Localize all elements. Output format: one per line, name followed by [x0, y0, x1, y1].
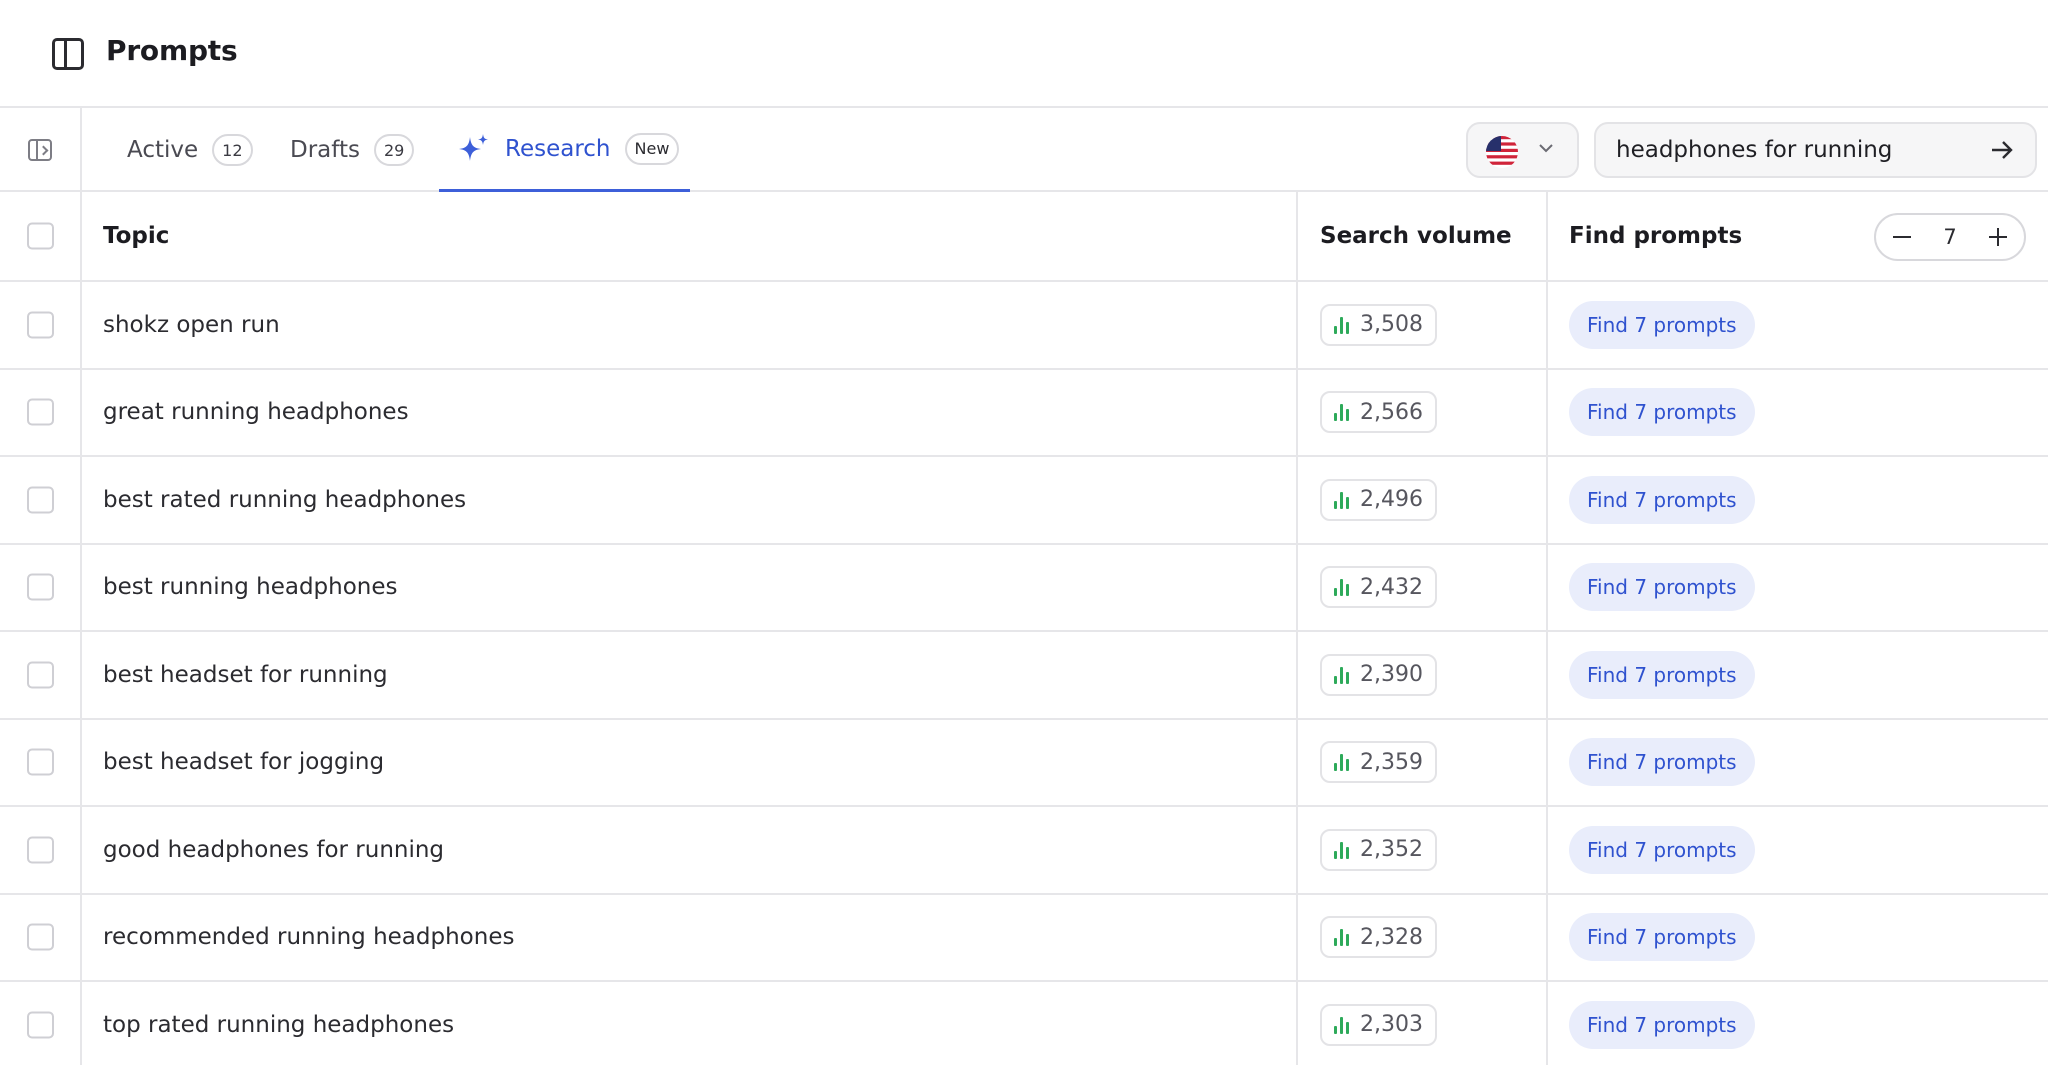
search-volume-value: 2,352	[1360, 837, 1423, 863]
topic-cell: best rated running headphones	[82, 457, 1298, 543]
search-volume-badge: 3,508	[1320, 303, 1437, 346]
tab-drafts[interactable]: Drafts 29	[290, 108, 415, 192]
table-row: good headphones for running 2,352 Find 7 p…	[0, 807, 2048, 895]
tab-label: Active	[127, 137, 199, 163]
row-checkbox[interactable]	[27, 573, 54, 601]
row-checkbox[interactable]	[27, 486, 54, 514]
table-header-row: Topic Search volume Find prompts 7	[0, 192, 2048, 282]
bar-chart-icon	[1334, 1016, 1350, 1034]
country-select[interactable]	[1466, 122, 1579, 178]
tab-count-badge: 29	[373, 134, 415, 166]
search-box	[1594, 122, 2037, 178]
find-prompts-button[interactable]: Find 7 prompts	[1569, 475, 1755, 524]
table-row: best rated running headphones 2,496 Find 7…	[0, 457, 2048, 545]
bar-chart-icon	[1334, 753, 1350, 772]
search-volume-value: 2,432	[1360, 574, 1423, 600]
find-prompts-button[interactable]: Find 7 prompts	[1569, 738, 1755, 787]
table-row: best running headphones 2,432 Find 7 promp…	[0, 544, 2048, 632]
column-header-find-prompts: Find prompts	[1569, 223, 1743, 249]
arrow-right-icon[interactable]	[1989, 138, 2015, 162]
bar-chart-icon	[1334, 491, 1350, 509]
search-volume-value: 2,566	[1360, 399, 1423, 425]
search-input[interactable]	[1616, 124, 1976, 176]
find-prompts-button[interactable]: Find 7 prompts	[1569, 388, 1755, 437]
tab-active[interactable]: Active 12	[127, 108, 253, 192]
search-volume-badge: 2,352	[1320, 828, 1437, 871]
table-row: recommended running headphones 2,328 Find …	[0, 894, 2048, 982]
search-volume-value: 2,496	[1360, 487, 1423, 513]
tab-label: Research	[505, 135, 611, 162]
topic-cell: great running headphones	[82, 369, 1298, 455]
panel-expand-icon	[28, 139, 52, 161]
topics-table: Topic Search volume Find prompts 7 shokz…	[0, 192, 2048, 1065]
topic-cell: good headphones for running	[82, 807, 1298, 893]
find-prompts-button[interactable]: Find 7 prompts	[1569, 300, 1755, 349]
stepper-value: 7	[1943, 225, 1957, 249]
column-header-search-volume: Search volume	[1298, 192, 1548, 280]
increment-button[interactable]	[1986, 225, 2010, 249]
topic-cell: recommended running headphones	[82, 894, 1298, 980]
search-volume-value: 3,508	[1360, 312, 1423, 338]
tab-research[interactable]: Research New	[439, 108, 690, 192]
row-checkbox[interactable]	[27, 398, 54, 426]
tabs-row: Active 12 Drafts 29 Research New	[0, 108, 2048, 192]
topic-cell: best running headphones	[82, 544, 1298, 630]
bar-chart-icon	[1334, 841, 1350, 859]
tab-label: Drafts	[290, 137, 360, 163]
search-volume-value: 2,328	[1360, 924, 1423, 950]
find-prompts-button[interactable]: Find 7 prompts	[1569, 563, 1755, 612]
search-volume-value: 2,359	[1360, 749, 1423, 775]
topic-cell: top rated running headphones	[82, 982, 1298, 1065]
row-checkbox[interactable]	[27, 1011, 54, 1039]
decrement-button[interactable]	[1890, 225, 1914, 249]
bar-chart-icon	[1334, 928, 1350, 947]
sparkle-icon	[459, 133, 488, 161]
search-volume-badge: 2,359	[1320, 741, 1437, 784]
table-row: best headset for jogging 2,359 Find 7 prom…	[0, 719, 2048, 807]
bar-chart-icon	[1334, 316, 1350, 334]
find-prompts-button[interactable]: Find 7 prompts	[1569, 1000, 1755, 1049]
row-checkbox[interactable]	[27, 836, 54, 864]
row-checkbox[interactable]	[27, 923, 54, 951]
search-volume-badge: 2,328	[1320, 916, 1437, 959]
page-title: Prompts	[106, 34, 238, 67]
bar-chart-icon	[1334, 666, 1350, 684]
sidebar-panel-icon[interactable]	[52, 38, 84, 70]
prompt-count-stepper: 7	[1874, 213, 2026, 261]
search-volume-value: 2,390	[1360, 662, 1423, 688]
tab-count-badge: 12	[212, 134, 253, 166]
search-volume-badge: 2,566	[1320, 391, 1437, 434]
table-row: top rated running headphones 2,303 Find 7 …	[0, 982, 2048, 1065]
bar-chart-icon	[1334, 578, 1350, 597]
bar-chart-icon	[1334, 403, 1350, 422]
topic-cell: best headset for jogging	[82, 719, 1298, 805]
select-all-checkbox[interactable]	[27, 222, 54, 250]
search-volume-badge: 2,432	[1320, 566, 1437, 609]
column-header-topic: Topic	[82, 192, 1298, 280]
collapse-panel-button[interactable]	[0, 108, 82, 192]
new-badge: New	[624, 132, 680, 165]
search-volume-badge: 2,303	[1320, 1003, 1437, 1046]
row-checkbox[interactable]	[27, 661, 54, 689]
top-header: Prompts	[0, 0, 2048, 108]
us-flag-icon	[1486, 136, 1518, 168]
table-row: best headset for running 2,390 Find 7 prom…	[0, 632, 2048, 720]
find-prompts-button[interactable]: Find 7 prompts	[1569, 913, 1755, 962]
search-volume-badge: 2,390	[1320, 653, 1437, 696]
row-checkbox[interactable]	[27, 311, 54, 339]
topic-cell: best headset for running	[82, 632, 1298, 718]
row-checkbox[interactable]	[27, 748, 54, 776]
topic-cell: shokz open run	[82, 282, 1298, 368]
find-prompts-button[interactable]: Find 7 prompts	[1569, 825, 1755, 874]
table-row: shokz open run 3,508 Find 7 prompts	[0, 282, 2048, 370]
search-volume-value: 2,303	[1360, 1012, 1423, 1038]
find-prompts-button[interactable]: Find 7 prompts	[1569, 650, 1755, 699]
chevron-down-icon	[1539, 144, 1553, 153]
table-row: great running headphones 2,566 Find 7 prom…	[0, 369, 2048, 457]
search-volume-badge: 2,496	[1320, 478, 1437, 521]
